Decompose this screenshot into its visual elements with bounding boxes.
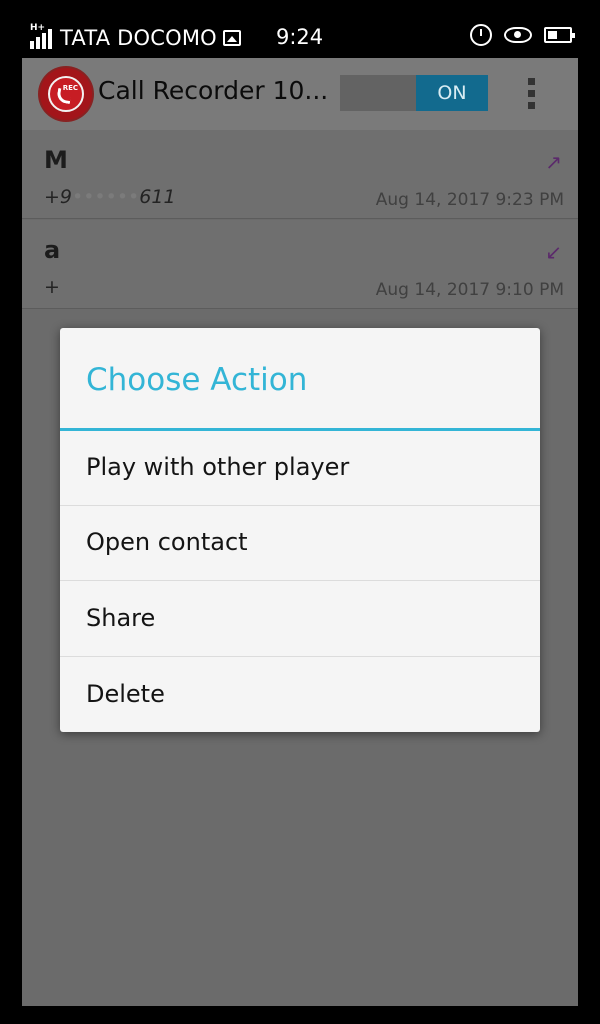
battery-icon xyxy=(544,27,575,43)
recording-date: Aug 14, 2017 9:10 PM xyxy=(375,280,564,300)
app-title: Call Recorder 10... xyxy=(98,76,329,105)
recording-row[interactable]: M +9••••••611 Aug 14, 2017 9:23 PM ↗ xyxy=(22,130,578,219)
menu-item-label: Play with other player xyxy=(86,453,350,481)
menu-item-share[interactable]: Share xyxy=(60,582,540,657)
carrier-name: TATA DOCOMO xyxy=(60,26,217,50)
contact-name: M xyxy=(44,146,68,174)
contact-number: + xyxy=(44,276,60,298)
menu-item-delete[interactable]: Delete xyxy=(60,658,540,733)
rec-icon: REC xyxy=(62,84,78,92)
contact-number: +9••••••611 xyxy=(44,186,176,208)
status-bar-left: H+ TATA DOCOMO xyxy=(30,23,241,50)
app-bar: REC Call Recorder 10... ON xyxy=(22,58,578,130)
menu-item-label: Delete xyxy=(86,680,165,708)
overflow-menu-icon[interactable] xyxy=(528,78,536,110)
toggle-on-label: ON xyxy=(416,75,488,111)
incoming-call-icon: ↙ xyxy=(545,240,562,264)
recording-date: Aug 14, 2017 9:23 PM xyxy=(375,190,564,210)
status-clock: 9:24 xyxy=(276,25,324,49)
recording-toggle[interactable]: ON xyxy=(340,75,488,111)
signal-icon: H+ xyxy=(30,23,54,49)
gallery-icon xyxy=(222,30,241,46)
menu-item-label: Open contact xyxy=(86,528,248,556)
recording-row[interactable]: a + Aug 14, 2017 9:10 PM ↙ xyxy=(22,220,578,309)
choose-action-dialog: Choose Action Play with other player Ope… xyxy=(60,328,540,732)
outgoing-call-icon: ↗ xyxy=(545,150,562,174)
app-logo-icon: REC xyxy=(40,68,92,120)
logo-inner: REC xyxy=(48,76,84,112)
menu-item-open-contact[interactable]: Open contact xyxy=(60,506,540,581)
contact-name: a xyxy=(44,236,61,264)
menu-item-label: Share xyxy=(86,604,156,632)
status-bar-right xyxy=(470,24,575,46)
eye-icon xyxy=(504,27,532,43)
alarm-icon xyxy=(470,24,492,46)
dialog-title: Choose Action xyxy=(86,362,308,398)
menu-item-play-with-other-player[interactable]: Play with other player xyxy=(60,431,540,506)
